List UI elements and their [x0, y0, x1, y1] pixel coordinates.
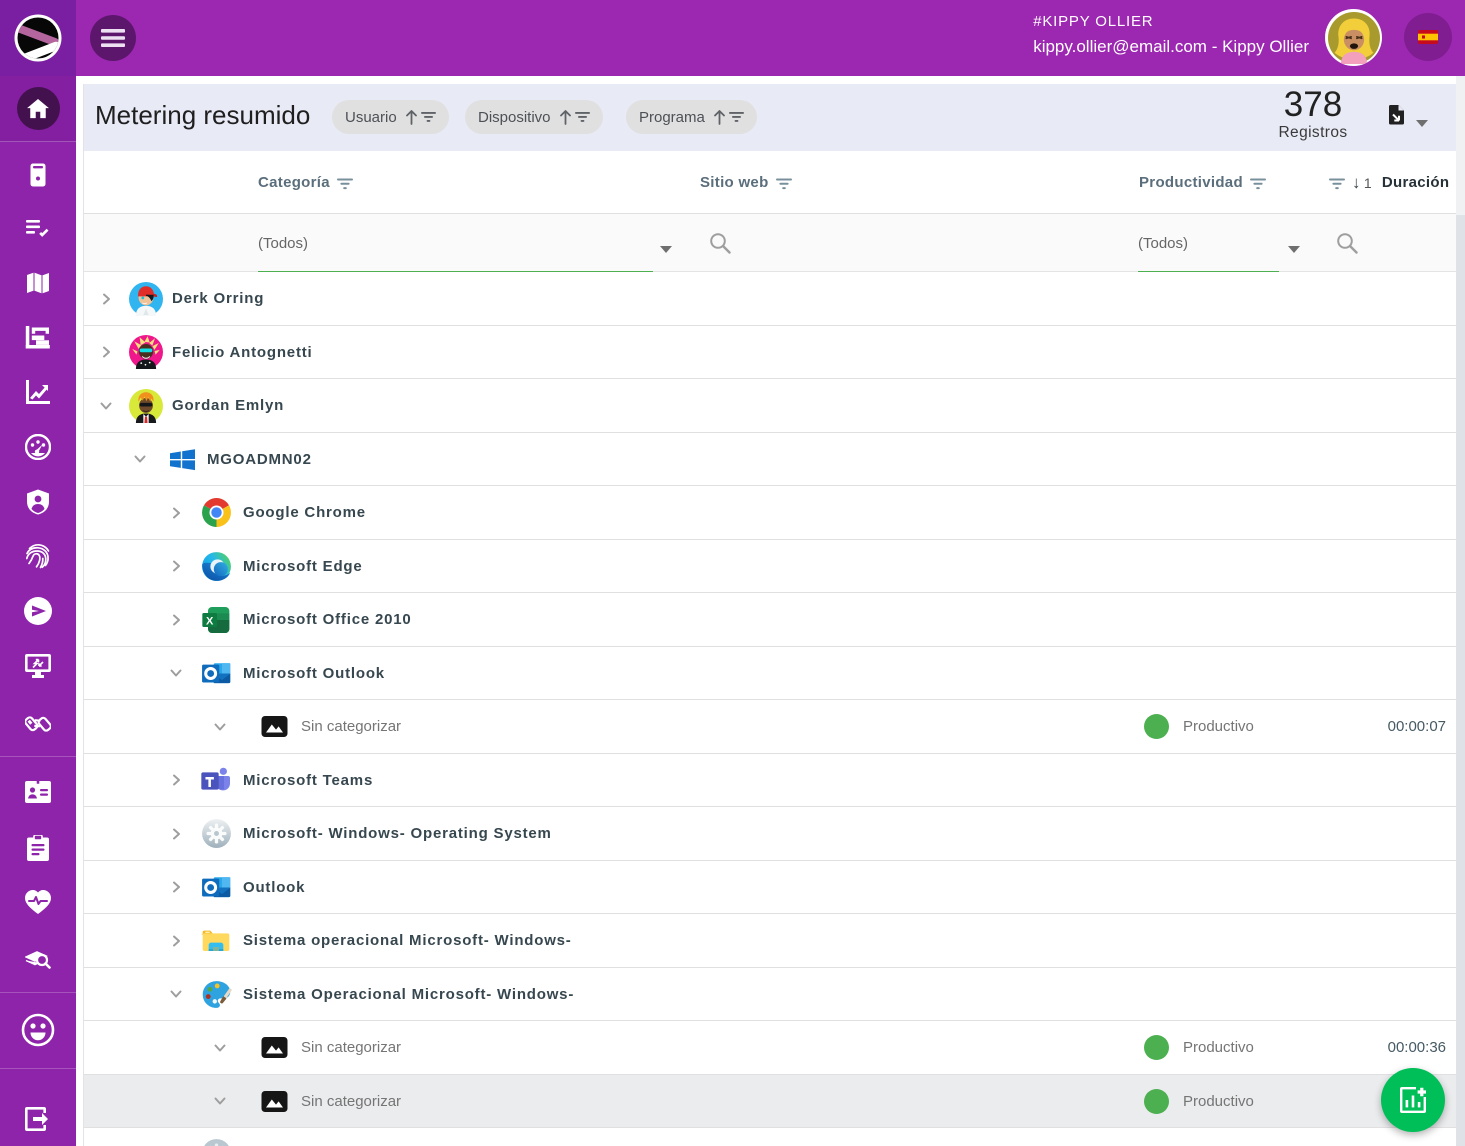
svg-text:X: X [206, 615, 214, 627]
